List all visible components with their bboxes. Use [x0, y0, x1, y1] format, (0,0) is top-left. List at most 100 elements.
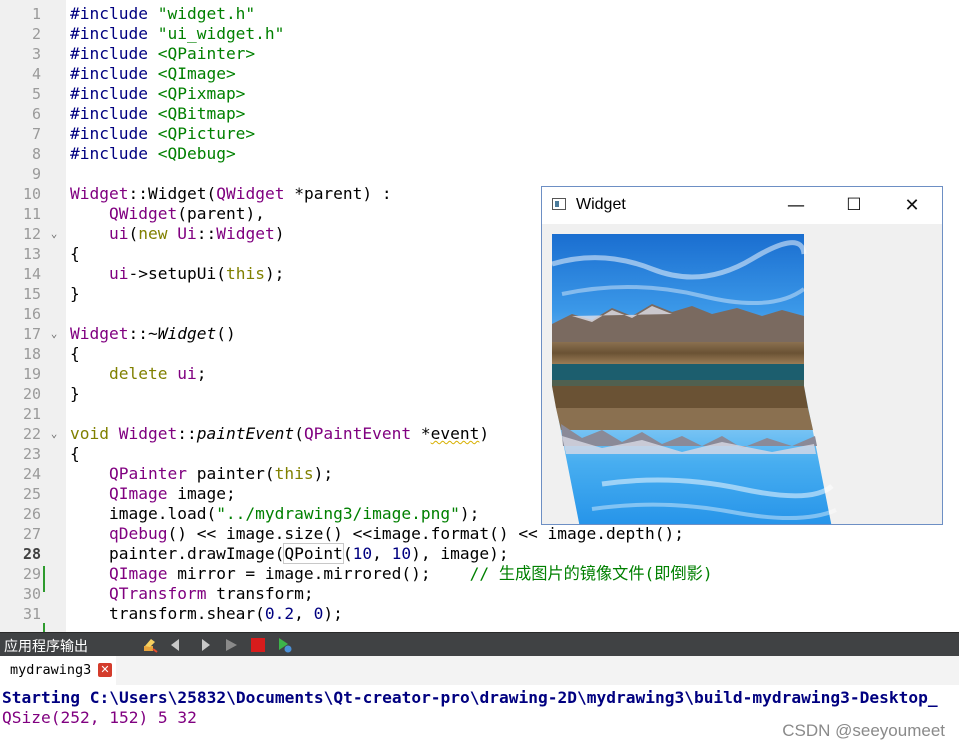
- arrow-left-icon[interactable]: [169, 637, 185, 653]
- line-number: 17: [22, 325, 41, 343]
- code-token: image;: [167, 484, 236, 503]
- code-line[interactable]: 31 transform.shear(0.2, 0);: [0, 604, 959, 624]
- code-token: QPaintEvent: [303, 424, 412, 443]
- code-text: #include <QImage>: [70, 64, 236, 84]
- close-button[interactable]: ✕: [883, 187, 941, 224]
- code-token: #include: [70, 4, 158, 23]
- fold-chevron-icon[interactable]: ⌄: [47, 327, 61, 341]
- code-text: qDebug() << image.size() <<image.format(…: [70, 524, 684, 544]
- code-token: 0: [313, 604, 324, 623]
- fold-chevron-icon[interactable]: ⌄: [47, 227, 61, 241]
- code-token: ui: [108, 224, 129, 243]
- code-line[interactable]: 4 #include <QImage>: [0, 64, 959, 84]
- code-text: ui->setupUi(this);: [70, 264, 284, 284]
- output-tab-mydrawing3[interactable]: mydrawing3 ✕: [0, 656, 116, 685]
- code-line[interactable]: 8 #include <QDebug>: [0, 144, 959, 164]
- line-number: 16: [22, 305, 41, 323]
- code-token: *: [411, 424, 431, 443]
- code-token: #include: [70, 104, 158, 123]
- clear-output-icon[interactable]: [142, 637, 158, 653]
- line-number: 13: [22, 245, 41, 263]
- line-number: 9: [31, 165, 41, 183]
- code-line[interactable]: 2 #include "ui_widget.h": [0, 24, 959, 44]
- fold-chevron-icon[interactable]: ⌄: [47, 427, 61, 441]
- code-line[interactable]: 1 #include "widget.h": [0, 4, 959, 24]
- line-number: 12: [22, 225, 41, 243]
- code-token: }: [70, 284, 80, 303]
- tab-close-icon[interactable]: ✕: [98, 663, 112, 677]
- arrow-right-icon[interactable]: [196, 637, 212, 653]
- line-number: 1: [31, 5, 41, 23]
- line-number: 21: [22, 405, 41, 423]
- output-line-starting: Starting C:\Users\25832\Documents\Qt-cre…: [2, 688, 938, 707]
- code-text: }: [70, 284, 80, 304]
- output-line-qsize: QSize(252, 152) 5 32: [2, 708, 197, 727]
- code-token: new: [138, 224, 168, 243]
- stop-icon[interactable]: [250, 637, 266, 653]
- code-text: Widget::~Widget(): [70, 324, 236, 344]
- code-token: 10: [352, 544, 373, 563]
- code-token: QTransform: [108, 584, 207, 603]
- code-text: QPainter painter(this);: [70, 464, 333, 484]
- code-token: image.load(: [70, 504, 217, 523]
- code-token: #include: [70, 124, 158, 143]
- code-token: qDebug: [108, 524, 168, 543]
- code-token: transform;: [206, 584, 314, 603]
- code-token: ), image);: [411, 544, 509, 563]
- code-line[interactable]: 29 QImage mirror = image.mirrored(); // …: [0, 564, 959, 584]
- application-output[interactable]: Starting C:\Users\25832\Documents\Qt-cre…: [0, 685, 959, 748]
- code-token: // 生成图片的镜像文件(即倒影): [469, 564, 713, 583]
- code-token: (): [216, 324, 236, 343]
- code-text: QTransform transform;: [70, 584, 314, 604]
- code-text: }: [70, 384, 80, 404]
- line-number: 29: [22, 565, 41, 583]
- code-line[interactable]: 7 #include <QPicture>: [0, 124, 959, 144]
- code-token: *parent) :: [284, 184, 392, 203]
- code-token: <QBitmap>: [157, 104, 246, 123]
- code-token: painter.drawImage(: [70, 544, 285, 563]
- output-toolbar: 应用程序输出: [0, 632, 959, 657]
- line-number: 27: [22, 525, 41, 543]
- code-token: (: [342, 544, 353, 563]
- code-token: }: [70, 384, 80, 403]
- maximize-button[interactable]: ☐: [825, 187, 883, 224]
- window-titlebar[interactable]: Widget — ☐ ✕: [542, 187, 942, 224]
- code-token: <QPixmap>: [157, 84, 246, 103]
- code-line[interactable]: 5 #include <QPixmap>: [0, 84, 959, 104]
- code-text: #include <QBitmap>: [70, 104, 245, 124]
- code-line[interactable]: 6 #include <QBitmap>: [0, 104, 959, 124]
- run-icon[interactable]: [223, 637, 239, 653]
- line-number: 26: [22, 505, 41, 523]
- line-number: 30: [22, 585, 41, 603]
- code-line[interactable]: 28 painter.drawImage(QPoint(10, 10), ima…: [0, 543, 959, 564]
- code-line[interactable]: 27 qDebug() << image.size() <<image.form…: [0, 524, 959, 544]
- line-number: 2: [31, 25, 41, 43]
- code-line[interactable]: 30 QTransform transform;: [0, 584, 959, 604]
- code-token: () << image.size() <<image.format() << i…: [167, 524, 684, 543]
- code-token: <QPainter>: [157, 44, 256, 63]
- code-line[interactable]: 9: [0, 164, 959, 184]
- code-text: Widget::Widget(QWidget *parent) :: [70, 184, 392, 204]
- change-marker: [43, 566, 45, 592]
- code-token: );: [264, 264, 285, 283]
- minimize-button[interactable]: —: [767, 187, 825, 224]
- attach-debugger-icon[interactable]: [277, 637, 293, 653]
- line-number: 25: [22, 485, 41, 503]
- code-text: image.load("../mydrawing3/image.png");: [70, 504, 479, 524]
- code-token: void: [70, 424, 109, 443]
- code-token: <QPicture>: [157, 124, 256, 143]
- window-app-icon: [552, 198, 566, 210]
- widget-window[interactable]: Widget — ☐ ✕: [541, 186, 943, 525]
- line-number: 18: [22, 345, 41, 363]
- line-number: 14: [22, 265, 41, 283]
- code-text: void Widget::paintEvent(QPaintEvent *eve…: [70, 424, 489, 444]
- code-token: {: [70, 444, 80, 463]
- code-line[interactable]: 3 #include <QPainter>: [0, 44, 959, 64]
- line-number: 6: [31, 105, 41, 123]
